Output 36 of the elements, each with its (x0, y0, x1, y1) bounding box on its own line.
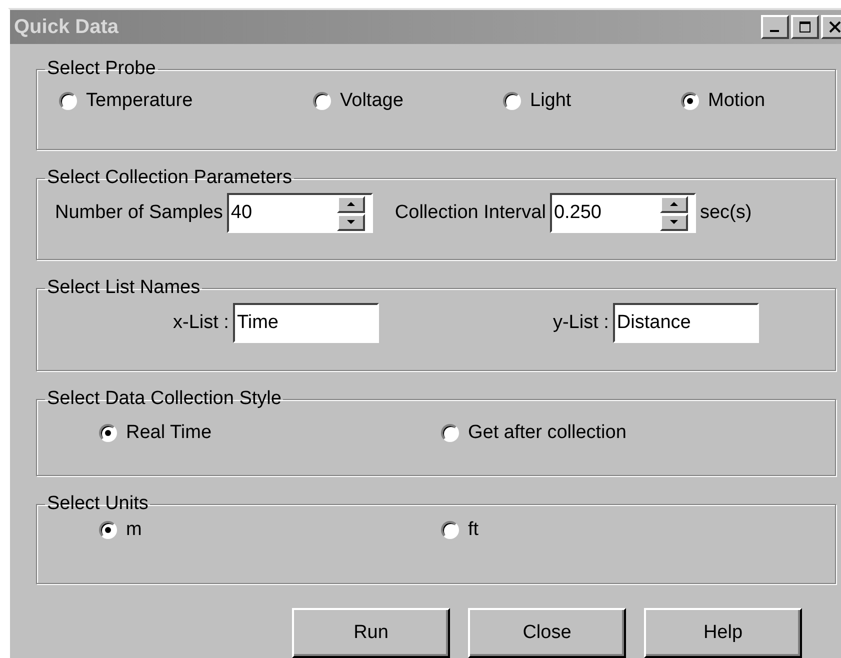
option-label: Temperature (86, 90, 193, 112)
radio-button[interactable] (441, 424, 459, 442)
group-title: Select Data Collection Style (46, 388, 282, 410)
radio-button[interactable] (441, 521, 459, 539)
spin-field[interactable]: 40 (226, 193, 373, 233)
option-label: ft (468, 519, 479, 541)
group-title: Select Probe (46, 58, 157, 80)
dialog-button[interactable]: Close (468, 608, 626, 658)
group-title: Select Collection Parameters (46, 167, 293, 189)
unit-label: sec(s) (700, 202, 752, 224)
radio-button[interactable] (503, 92, 521, 110)
dialog-button[interactable]: Run (292, 608, 450, 658)
group-title: Select Units (46, 493, 150, 515)
field-label: x-List : (173, 312, 229, 334)
window-title: Quick Data (13, 16, 118, 38)
option-label: m (126, 519, 142, 541)
option-label: Get after collection (468, 422, 626, 444)
option-label: Voltage (340, 90, 404, 112)
radio-button[interactable] (99, 424, 117, 442)
radio-button[interactable] (313, 92, 331, 110)
radio-button[interactable] (681, 92, 699, 110)
spin-field[interactable]: 0.250 (550, 193, 696, 233)
option-label: Motion (708, 90, 766, 112)
field-label: y-List : (552, 312, 609, 334)
close-icon[interactable] (829, 21, 841, 33)
input-field[interactable]: Time (232, 303, 379, 343)
field-label: Collection Interval (394, 202, 546, 224)
maximize-icon[interactable] (799, 21, 811, 33)
field-label: Number of Samples (55, 202, 223, 224)
group-title: Select List Names (46, 277, 202, 299)
radio-button[interactable] (59, 92, 77, 110)
dialog-button[interactable]: Help (644, 608, 802, 658)
option-label: Real Time (126, 422, 212, 444)
radio-button[interactable] (99, 521, 117, 539)
input-field[interactable]: Distance (612, 303, 759, 343)
option-label: Light (530, 90, 572, 112)
